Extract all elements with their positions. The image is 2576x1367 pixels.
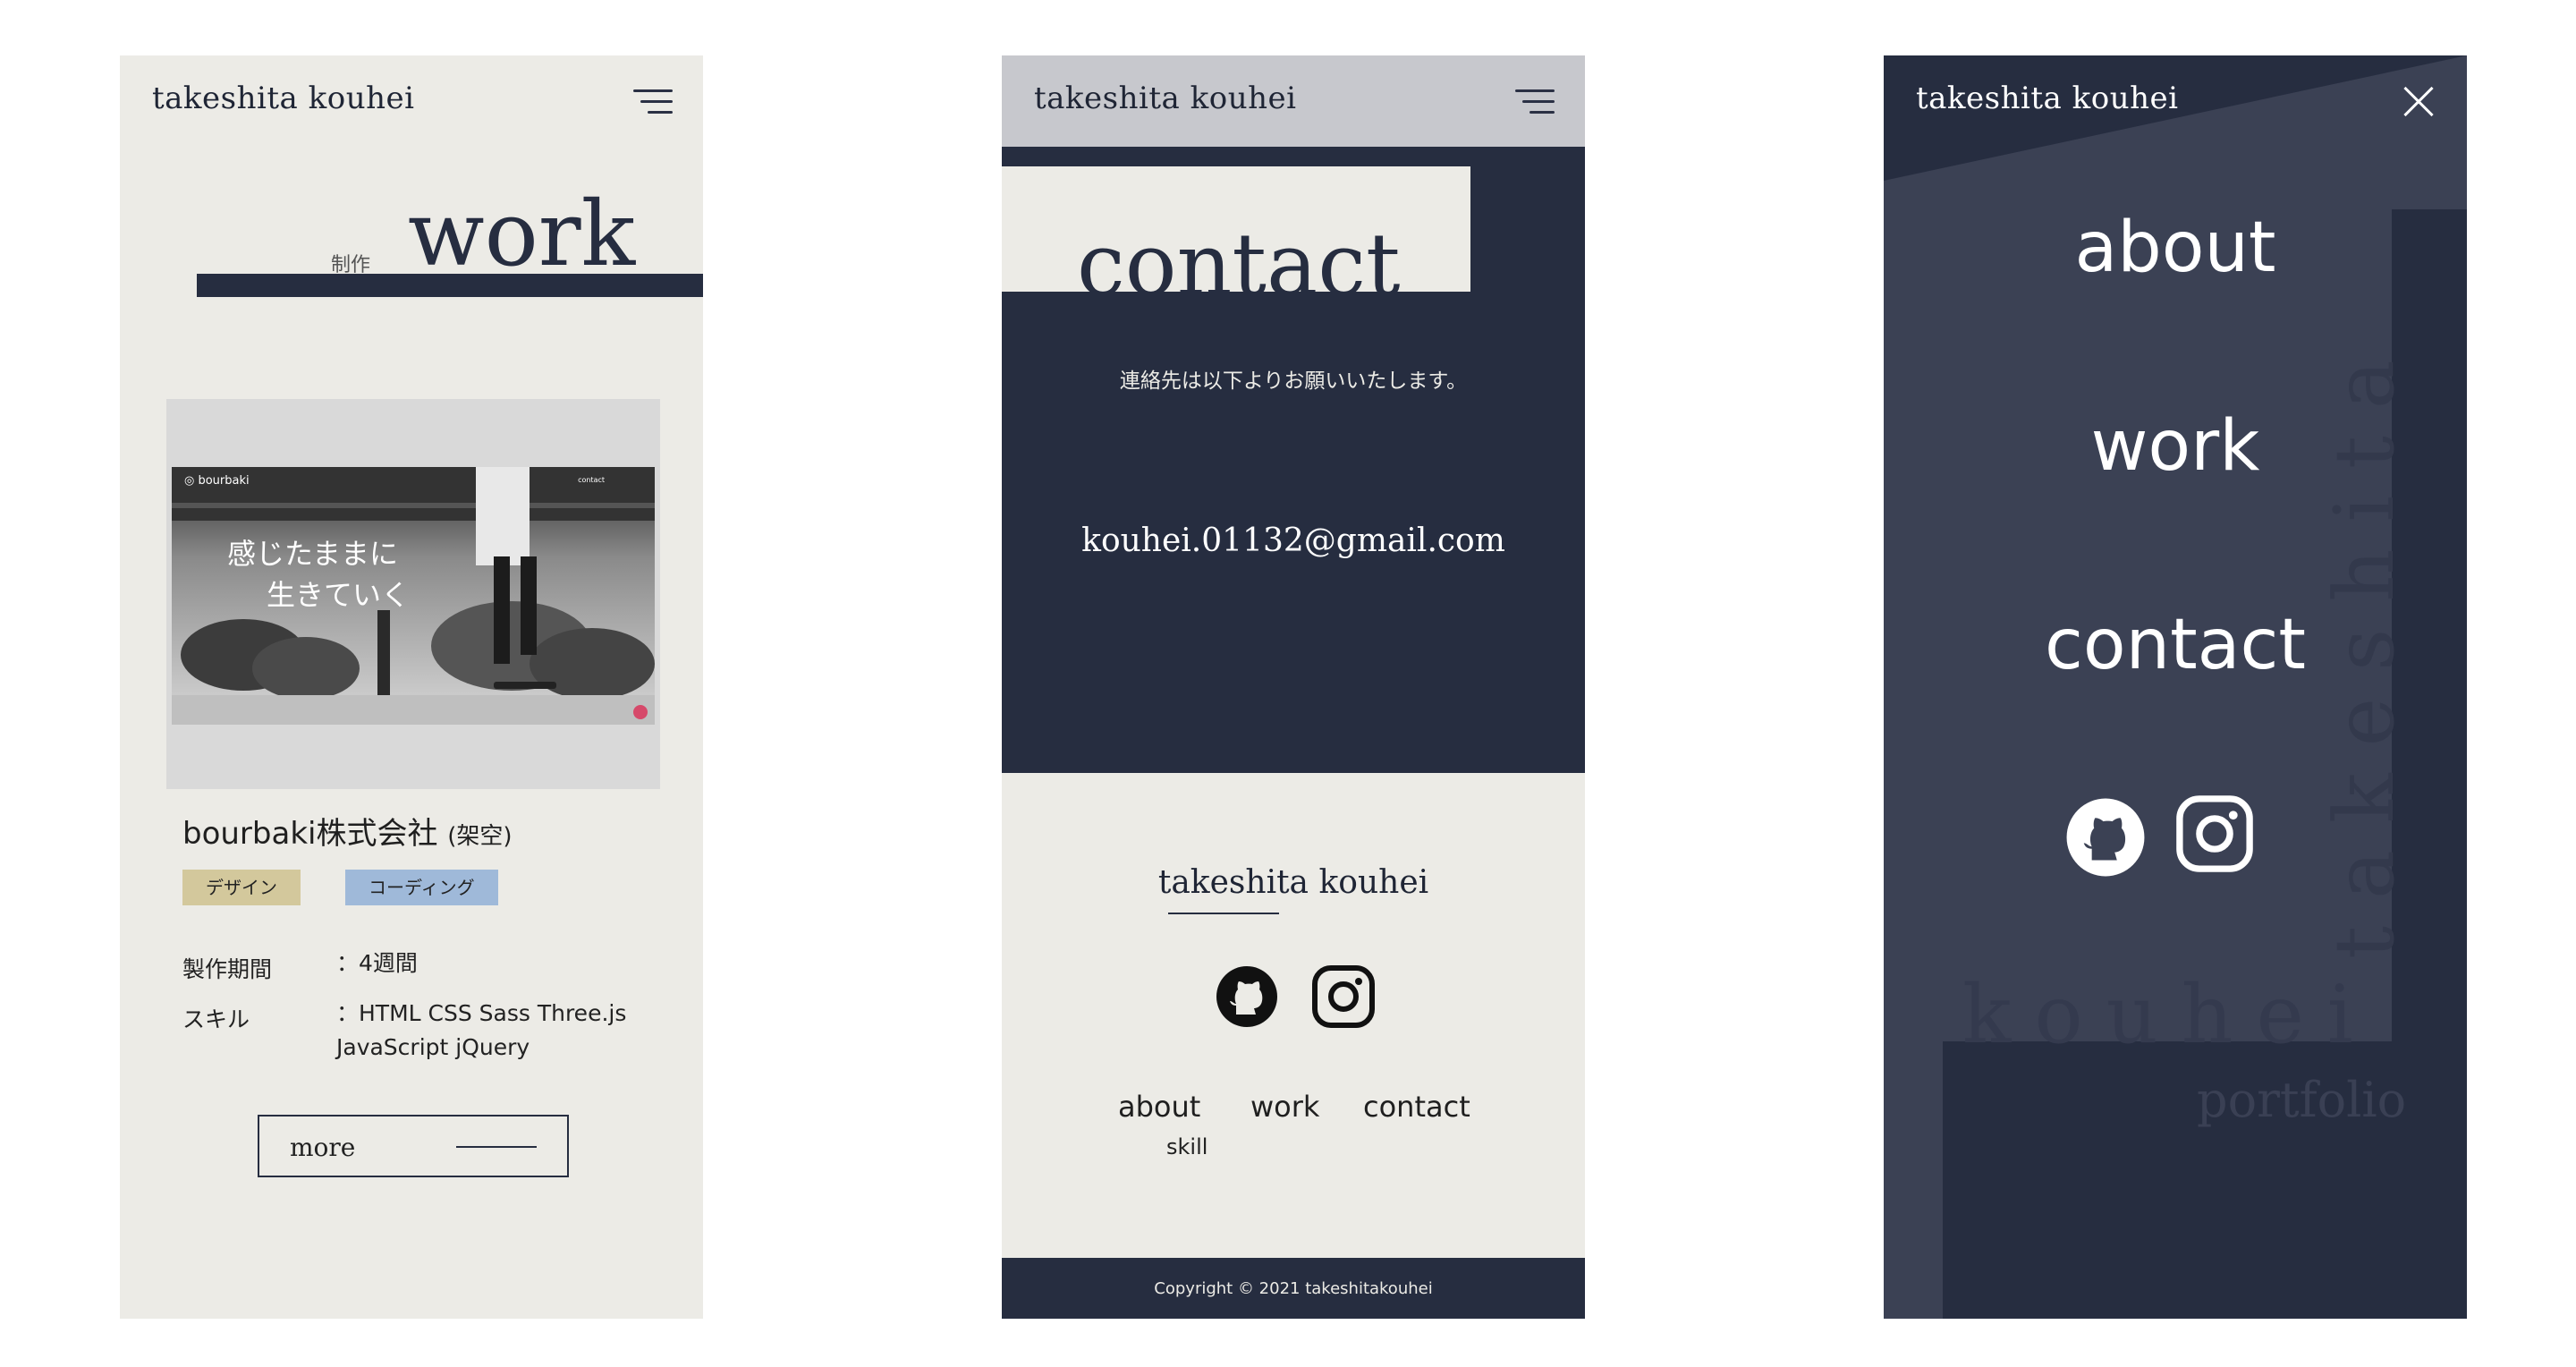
decorative-horizontal-text: kouhei (1962, 968, 2377, 1062)
tag-design: デザイン (182, 870, 301, 905)
menu-link-about[interactable]: about (1884, 208, 2467, 288)
company-name: bourbaki株式会社 (架空) (182, 816, 513, 852)
copyright-bar: Copyright © 2021 takeshitakouhei (1002, 1258, 1585, 1319)
section-heading: work (408, 182, 636, 286)
arrow-line-icon (456, 1146, 537, 1148)
menu-overlay-screen: takeshita kouhei portfolio takeshita kou… (1884, 55, 2467, 1319)
section-subtitle: 制作 (331, 254, 371, 276)
header: takeshita kouhei (120, 55, 703, 147)
github-icon[interactable] (1215, 964, 1279, 1029)
contact-message: 連絡先は以下よりお願いいたします。 (1119, 369, 1468, 393)
thumbnail-copy-line2: 生きていく (267, 578, 411, 612)
header: takeshita kouhei (1002, 55, 1585, 147)
site-title[interactable]: takeshita kouhei (152, 81, 414, 116)
footer-nav-about[interactable]: about (1118, 1090, 1200, 1124)
period-label: 製作期間 (182, 956, 273, 982)
copyright-text: Copyright © 2021 takeshitakouhei (1154, 1279, 1433, 1298)
contact-heading-panel: contact (1002, 166, 1470, 292)
contact-page-screen: takeshita kouhei contact 連絡先は以下よりお願いいたしま… (1002, 55, 1585, 1319)
close-icon[interactable] (2402, 86, 2435, 118)
thumbnail-badge-icon (633, 705, 648, 719)
thumbnail-brand: ◎ bourbaki (184, 474, 250, 488)
more-button[interactable]: more (258, 1115, 569, 1177)
period-value: ：4週間 (336, 950, 418, 976)
decorative-portfolio-text: portfolio (2197, 1072, 2407, 1128)
menu-social-icons (2064, 794, 2279, 880)
work-thumbnail-card[interactable]: ◎ bourbaki contact 感じたままに 生きていく (166, 399, 660, 789)
header: takeshita kouhei (1884, 55, 2467, 147)
more-button-label: more (290, 1133, 356, 1162)
section-heading: contact (1077, 215, 1401, 292)
footer-nav-skill[interactable]: skill (1166, 1134, 1208, 1159)
work-page-screen: takeshita kouhei 制作 work ◎ bourbaki cont… (120, 55, 703, 1319)
photo-illustration (172, 467, 655, 725)
work-thumbnail-image[interactable]: ◎ bourbaki contact 感じたままに 生きていく (172, 467, 655, 725)
footer-site-name[interactable]: takeshita kouhei (1002, 864, 1585, 901)
site-title[interactable]: takeshita kouhei (1916, 81, 2178, 116)
instagram-icon[interactable] (1311, 964, 1376, 1029)
skill-value: ：HTML CSS Sass Three.js JavaScript jQuer… (336, 1000, 627, 1060)
site-title[interactable]: takeshita kouhei (1034, 81, 1296, 116)
email-link[interactable]: kouhei.01132@gmail.com (1002, 522, 1585, 559)
instagram-icon[interactable] (2175, 794, 2254, 873)
menu-link-work[interactable]: work (1884, 406, 2467, 487)
menu-icon[interactable] (1515, 89, 1555, 115)
github-icon[interactable] (2064, 796, 2147, 879)
footer-divider (1168, 913, 1279, 914)
footer-social-icons (1215, 964, 1376, 1029)
footer-nav-contact[interactable]: contact (1363, 1090, 1470, 1124)
footer-nav-work[interactable]: work (1250, 1090, 1319, 1124)
thumbnail-copy-line1: 感じたままに (227, 537, 399, 571)
menu-link-contact[interactable]: contact (1884, 605, 2467, 685)
tag-coding: コーディング (345, 870, 498, 905)
skill-label: スキル (182, 1006, 250, 1032)
thumbnail-nav-label: contact (578, 476, 605, 484)
company-note: (架空) (447, 823, 513, 850)
menu-icon[interactable] (633, 89, 673, 115)
